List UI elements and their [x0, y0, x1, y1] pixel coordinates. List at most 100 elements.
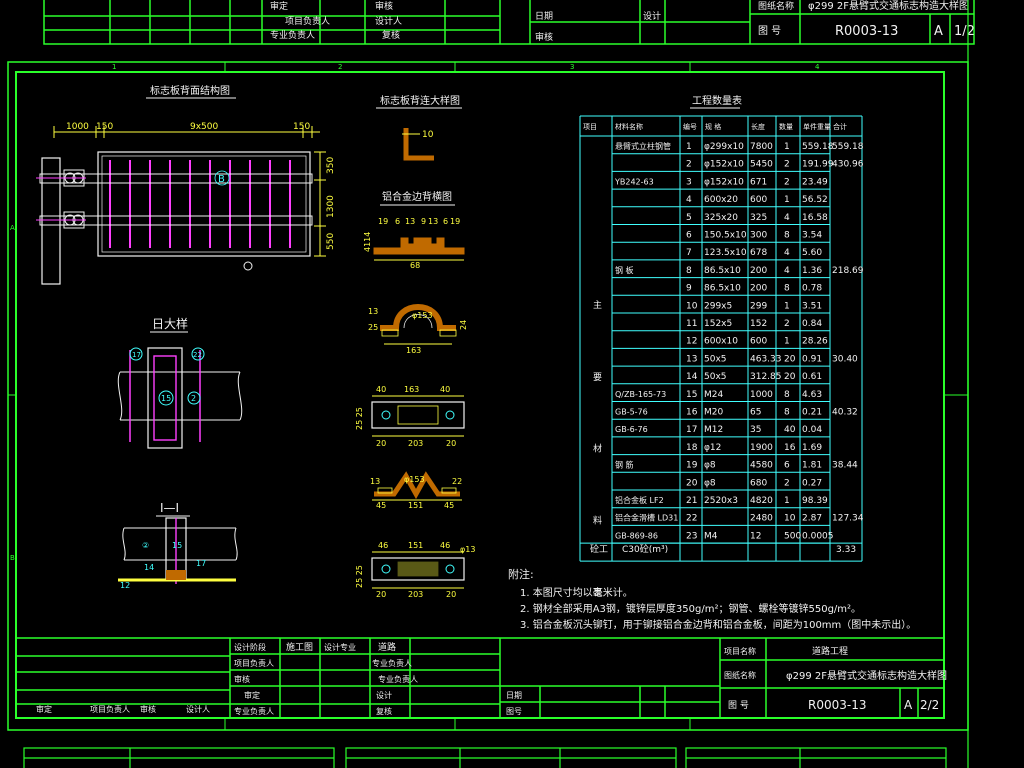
table-cell-spec: 152x5 — [704, 319, 732, 329]
svg-text:203: 203 — [408, 590, 423, 599]
table-footer-total: 3.33 — [836, 545, 856, 555]
cad-drawing: 审定 项目负责人 专业负责人 审核 设计人 复核 日期 审核 设计 图纸名称 φ… — [7, 0, 975, 768]
table-cell-total: 559.18 — [832, 142, 864, 152]
table-cell-no: 10 — [686, 301, 698, 311]
table-title: 工程数量表 — [692, 94, 742, 107]
table-cell-no: 14 — [686, 372, 698, 382]
table-cell-qty: 4 — [784, 248, 790, 258]
table-cell-spec: 150.5x10 — [704, 231, 747, 241]
detail-title: 标志板背连大样图 — [380, 94, 460, 107]
svg-text:4: 4 — [815, 63, 820, 71]
clamp-1: 13 φ153 25 163 24 — [368, 304, 468, 355]
svg-text:151: 151 — [408, 541, 423, 550]
table-cell-unit: 0.0005 — [802, 531, 834, 541]
svg-text:1: 1 — [112, 63, 116, 71]
btm-project-name: 道路工程 — [812, 645, 848, 657]
table-cell-qty: 2 — [784, 478, 790, 488]
svg-text:φ13: φ13 — [460, 545, 475, 554]
table-cell-material: GB-869-86 — [615, 531, 658, 540]
note-2: 2. 钢材全部采用A3钢，镀锌层厚度350g/m²；钢管、螺栓等镀锌550g/m… — [520, 602, 861, 615]
table-cell-len: 600 — [750, 195, 767, 205]
quantity-table: 工程数量表 项目 材料名称 编号规 格 长度 数量 单件重量 合计悬臂式立柱钢管 1 φ299x… — [579, 94, 864, 627]
svg-text:25: 25 — [368, 323, 378, 332]
table-cell-len: 2480 — [750, 514, 773, 524]
btm-mid-5: 项目负责人 — [234, 658, 274, 668]
table-cell-no: 11 — [686, 319, 697, 329]
svg-text:25 25: 25 25 — [355, 565, 364, 588]
btm-mid-10: 设计 — [376, 690, 392, 700]
table-cell-no: 19 — [686, 461, 698, 471]
btm-left-1: 审定 — [36, 704, 52, 714]
table-cell-no: 18 — [686, 443, 698, 453]
svg-text:203: 203 — [408, 439, 423, 448]
table-cell-len: 4820 — [750, 496, 773, 506]
btm-drawing-no: R0003-13 — [808, 698, 866, 712]
table-cell-unit: 1.81 — [802, 461, 822, 471]
alu-height: 4114 — [363, 232, 372, 252]
svg-text:13: 13 — [368, 307, 378, 316]
top-cell-5: 设计人 — [375, 15, 402, 27]
note-3: 3. 铝合金板沉头铆钉，用于铆接铝合金边背和铝合金板，间距为100mm（图中未示… — [520, 618, 916, 631]
detail-dim: 10 — [422, 130, 434, 140]
table-cell-qty: 500 — [784, 531, 801, 541]
table-cell-spec: 50x5 — [704, 354, 727, 364]
clamp-plate-2: 40 163 40 20 203 20 25 25 — [355, 385, 465, 448]
table-cell-no: 17 — [686, 425, 697, 435]
svg-text:24: 24 — [459, 320, 468, 330]
table-cell-unit: 0.78 — [802, 284, 822, 294]
table-cell-spec: 600x20 — [704, 195, 738, 205]
table-cell-no: 20 — [686, 478, 698, 488]
table-cell-spec: M24 — [704, 390, 723, 400]
top-drawing-name: φ299 2F悬臂式交通标志构造大样图 — [808, 0, 969, 12]
table-cell-qty: 8 — [784, 284, 790, 294]
table-cell-unit: 56.52 — [802, 195, 828, 205]
top-cell-3: 专业负责人 — [270, 29, 315, 41]
top-cell-2: 项目负责人 — [285, 15, 330, 27]
table-cell-len: 200 — [750, 266, 767, 276]
elevation-dim-2: 150 — [96, 122, 113, 132]
table-cell-no: 8 — [686, 266, 692, 276]
table-header-3: 规 格 — [705, 122, 721, 131]
table-cell-total: 40.32 — [832, 408, 858, 418]
table-cell-unit: 16.58 — [802, 213, 828, 223]
elevation-dim-r1: 350 — [326, 157, 336, 174]
top-cell-4: 审核 — [375, 0, 393, 12]
top-drawing-name-label: 图纸名称 — [758, 0, 794, 12]
table-cell-spec: M20 — [704, 408, 723, 418]
alu-title: 铝合金边背横图 — [382, 190, 452, 203]
table-cell-material: 钢 筋 — [615, 460, 634, 470]
table-cell-unit: 0.04 — [802, 425, 822, 435]
table-cell-no: 22 — [686, 514, 697, 524]
table-cell-no: 6 — [686, 231, 692, 241]
table-cell-material: 钢 板 — [615, 265, 634, 275]
svg-text:13: 13 — [370, 477, 380, 486]
btm-mid-2: 施工图 — [286, 641, 313, 653]
table-cell-len: 152 — [750, 319, 767, 329]
table-cell-spec: φ8 — [704, 461, 716, 471]
table-cell-material: 铝合金板 LF2 — [615, 495, 664, 505]
btm-mid-8: 专业负责人 — [378, 674, 418, 684]
table-category: 主 要 材 料 表 — [591, 299, 602, 627]
section-callout-12: 12 — [120, 581, 130, 590]
next-sheet-stubs — [23, 747, 947, 768]
table-cell-len: 312.85 — [750, 372, 782, 382]
btm-drawing-name-label: 图纸名称 — [724, 670, 756, 680]
section-i-i: I—I ② 15 17 14 12 — [118, 501, 238, 590]
svg-text:22: 22 — [452, 477, 462, 486]
table-cell-unit: 4.63 — [802, 390, 822, 400]
table-cell-len: 678 — [750, 248, 767, 258]
table-cell-unit: 191.99 — [802, 160, 834, 170]
table-cell-qty: 16 — [784, 443, 796, 453]
table-cell-qty: 1 — [784, 195, 790, 205]
clamp-plate-4: 46 151 46 φ13 20 203 20 25 25 — [355, 541, 475, 599]
btm-sheet: 2/2 — [920, 698, 939, 712]
table-cell-spec: 86.5x10 — [704, 284, 741, 294]
table-cell-unit: 23.49 — [802, 177, 828, 187]
table-cell-spec: M4 — [704, 531, 718, 541]
table-cell-qty: 2 — [784, 319, 790, 329]
table-cell-unit: 0.61 — [802, 372, 822, 382]
table-cell-qty: 1 — [784, 301, 790, 311]
svg-text:19: 19 — [450, 217, 460, 226]
table-cell-qty: 8 — [784, 231, 790, 241]
svg-text:40: 40 — [440, 385, 450, 394]
